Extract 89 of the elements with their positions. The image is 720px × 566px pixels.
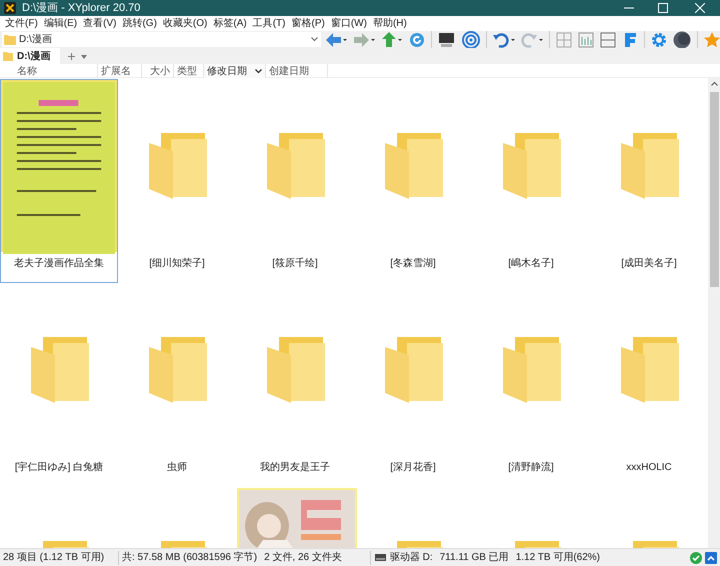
star-icon[interactable] — [704, 32, 720, 48]
status-text: 2 文件, 26 文件夹 — [264, 550, 342, 565]
status-text: 711.11 GB 已用 — [440, 551, 509, 565]
monitor-icon[interactable] — [438, 32, 456, 48]
folder-icon — [501, 133, 561, 199]
file-item[interactable]: [宇仁田ゆみ] 白兔糖 — [0, 283, 118, 487]
redo-icon[interactable] — [521, 32, 543, 48]
scrollbar[interactable] — [708, 78, 720, 548]
menu-item[interactable]: 标签(A) — [210, 16, 250, 30]
status-text: 共: 57.58 MB (60381596 字节) — [122, 550, 258, 565]
up-arrow-icon[interactable] — [381, 32, 403, 48]
menu-item[interactable]: 窗口(W) — [328, 16, 370, 30]
letter-tile-icon[interactable] — [622, 32, 638, 48]
folder-icon — [265, 133, 325, 199]
sort-icon — [255, 68, 262, 74]
menu-item[interactable]: 收藏夹(O) — [160, 16, 210, 30]
menu-item[interactable]: 帮助(H) — [370, 16, 410, 30]
close-icon — [695, 3, 705, 13]
file-item[interactable]: [清野静流] — [472, 283, 590, 487]
column-header[interactable]: 修改日期 — [204, 64, 266, 78]
tab[interactable]: D:\漫画 — [0, 48, 60, 64]
menu-item[interactable]: 跳转(G) — [119, 16, 160, 30]
column-header[interactable]: 扩展名 — [98, 64, 142, 78]
status-text: 驱动器 D: — [390, 551, 433, 565]
file-name: [深月花香] — [390, 460, 436, 475]
file-item[interactable]: 我的男友是王子 — [236, 283, 354, 487]
file-item[interactable]: xxxHOLIC — [590, 283, 708, 487]
dropdown-icon[interactable] — [81, 55, 87, 59]
file-item[interactable]: [成田美名子] — [590, 79, 708, 283]
scroll-up-icon[interactable] — [710, 81, 718, 86]
column-header[interactable]: 名称 — [14, 64, 98, 78]
window-title: D:\漫画 - XYplorer 20.70 — [22, 1, 140, 15]
drive-icon — [374, 554, 386, 561]
folder-icon — [265, 337, 325, 403]
folder-icon — [501, 337, 561, 403]
file-item[interactable]: 老夫子漫画作品全集 — [0, 79, 118, 283]
status-text: 28 项目 (1.12 TB 可用) — [3, 551, 106, 565]
file-name: 老夫子漫画作品全集 — [14, 256, 104, 271]
add-tab-icon[interactable] — [68, 53, 75, 60]
file-item[interactable]: [深月花香] — [354, 283, 472, 487]
file-item[interactable]: 虫师 — [118, 283, 236, 487]
status-text: 1.12 TB 可用(62%) — [516, 551, 600, 565]
file-name: xxxHOLIC — [626, 461, 672, 475]
file-name: [宇仁田ゆみ] 白兔糖 — [14, 460, 104, 475]
file-item[interactable]: [嶋木名子] — [472, 79, 590, 283]
file-item[interactable]: [冬森雪湖] — [354, 79, 472, 283]
file-name: 我的男友是王子 — [260, 460, 330, 475]
columns-icon[interactable] — [578, 32, 594, 48]
app-logo-icon — [4, 2, 16, 14]
file-name: [细川知荣子] — [149, 256, 205, 271]
up-icon[interactable] — [705, 552, 717, 564]
file-name: [冬森雪湖] — [390, 256, 436, 271]
column-header[interactable]: 大小 — [142, 64, 174, 78]
grid-icon[interactable] — [556, 32, 572, 48]
maximize-icon — [658, 3, 668, 13]
file-name: [成田美名子] — [621, 256, 677, 271]
folder-icon — [383, 337, 443, 403]
undo-icon[interactable] — [493, 32, 515, 48]
forward-arrow-icon[interactable] — [353, 32, 375, 48]
menu-item[interactable]: 窗格(P) — [288, 16, 328, 30]
settings-icon[interactable] — [651, 32, 667, 48]
file-item[interactable]: [细川知荣子] — [118, 79, 236, 283]
menu-item[interactable]: 查看(V) — [80, 16, 120, 30]
folder-icon — [619, 133, 679, 199]
folder-icon — [147, 337, 207, 403]
folder-icon — [4, 34, 16, 45]
menu-item[interactable]: 编辑(E) — [40, 16, 80, 30]
menu-item[interactable]: 工具(T) — [250, 16, 288, 30]
split-pane-icon[interactable] — [600, 32, 616, 48]
folder-icon — [3, 51, 13, 61]
file-item[interactable]: [筱原千绘] — [236, 79, 354, 283]
file-name: [清野静流] — [508, 460, 554, 475]
file-name: [筱原千绘] — [272, 256, 318, 271]
folder-icon — [619, 337, 679, 403]
moon-icon[interactable] — [673, 30, 691, 48]
file-name: 虫师 — [167, 460, 187, 475]
folder-icon — [147, 133, 207, 199]
dropdown-icon — [311, 37, 318, 42]
menu-item[interactable]: 文件(F) — [2, 16, 41, 30]
column-header[interactable]: 创建日期 — [266, 64, 328, 78]
folder-icon — [29, 337, 89, 403]
scrollbar-thumb[interactable] — [710, 92, 718, 287]
folder-icon — [383, 133, 443, 199]
file-name: [嶋木名子] — [508, 256, 554, 271]
address-field[interactable]: D:\漫画 — [2, 32, 321, 47]
back-arrow-icon[interactable] — [325, 32, 347, 48]
check-icon — [690, 552, 702, 564]
refresh-icon[interactable] — [409, 32, 425, 48]
target-icon[interactable] — [462, 30, 480, 48]
